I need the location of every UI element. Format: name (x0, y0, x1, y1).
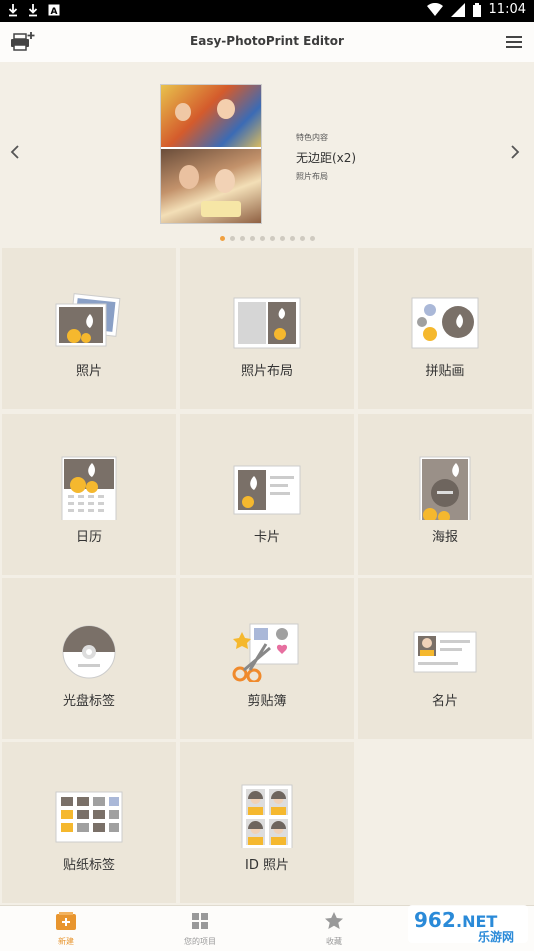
photo-icon (55, 293, 121, 347)
tile-label: 名片 (431, 694, 458, 709)
menu-icon (506, 36, 522, 38)
tile-label: 剪贴簿 (247, 694, 287, 709)
tile-label: 光盘标签 (62, 694, 115, 709)
cell-signal-icon (450, 2, 465, 17)
carousel-dot[interactable] (219, 236, 225, 241)
status-bar: A 11:04 (0, 0, 534, 22)
tile-card[interactable]: 卡片 (180, 414, 354, 575)
tile-calendar[interactable]: 日历 (2, 414, 176, 575)
collage-icon (411, 297, 479, 349)
poster-icon (419, 456, 471, 520)
chevron-left-icon (10, 145, 19, 159)
business-card-icon (413, 631, 477, 673)
card-icon (233, 465, 301, 515)
battery-icon (472, 2, 481, 17)
tile-business-card[interactable]: 名片 (358, 578, 532, 739)
svg-text:A: A (51, 7, 58, 16)
featured-category: 特色内容 (296, 133, 328, 142)
tile-collage[interactable]: 拼贴画 (358, 248, 532, 409)
calendar-icon (61, 456, 117, 520)
tile-label: 卡片 (253, 530, 280, 545)
carousel-dot[interactable] (279, 236, 285, 241)
app-notification-icon: A (48, 4, 60, 16)
carousel-dot[interactable] (269, 236, 275, 241)
carousel-dot[interactable] (309, 236, 315, 241)
featured-subtitle: 照片布局 (296, 172, 328, 181)
tile-label: 海报 (431, 530, 458, 545)
watermark-logo: 962 .NET 乐游网 (408, 903, 528, 945)
tile-scrapbook[interactable]: 剪贴簿 (180, 578, 354, 739)
tile-label: 照片布局 (240, 364, 293, 379)
tile-label: 贴纸标签 (62, 858, 115, 873)
nav-favorites[interactable]: 收藏 (294, 910, 374, 947)
svg-text:乐游网: 乐游网 (478, 929, 514, 944)
tile-id-photo[interactable]: ID 照片 (180, 742, 354, 903)
new-icon (56, 912, 76, 930)
featured-banner[interactable]: 特色内容 无边距(x2) 照片布局 (0, 62, 534, 250)
svg-text:.NET: .NET (456, 912, 497, 931)
carousel-dot[interactable] (229, 236, 235, 241)
carousel-dot[interactable] (249, 236, 255, 241)
tile-photo[interactable]: 照片 (2, 248, 176, 409)
featured-title: 无边距(x2) (296, 151, 357, 165)
photo-layout-icon (233, 297, 301, 349)
app-title: Easy-PhotoPrint Editor (190, 34, 344, 48)
carousel-next-button[interactable] (510, 144, 524, 164)
tile-poster[interactable]: 海报 (358, 414, 532, 575)
nav-label: 收藏 (326, 937, 342, 946)
featured-preview-image[interactable] (160, 84, 262, 224)
carousel-dot[interactable] (259, 236, 265, 241)
featured-info: 特色内容 无边距(x2) 照片布局 (296, 132, 356, 182)
carousel-dots (0, 236, 534, 241)
tile-label: ID 照片 (245, 858, 289, 873)
tile-label: 照片 (75, 364, 102, 379)
scrapbook-icon (232, 623, 299, 682)
carousel-prev-button[interactable] (10, 144, 24, 164)
nav-new[interactable]: 新建 (26, 910, 106, 947)
app-bar: Easy-PhotoPrint Editor (0, 22, 534, 63)
carousel-dot[interactable] (299, 236, 305, 241)
nav-label: 新建 (58, 937, 74, 946)
tile-disc-label[interactable]: 光盘标签 (2, 578, 176, 739)
id-photo-icon (241, 784, 293, 848)
tile-label: 日历 (75, 530, 102, 545)
disc-label-icon (62, 625, 116, 679)
star-icon (325, 912, 343, 929)
tile-photo-layout[interactable]: 照片布局 (180, 248, 354, 409)
carousel-dot[interactable] (239, 236, 245, 241)
download-icon (8, 4, 18, 17)
chevron-right-icon (511, 145, 520, 159)
status-time: 11:04 (488, 2, 526, 17)
projects-grid-icon (192, 913, 208, 929)
tile-sticker-label[interactable]: 贴纸标签 (2, 742, 176, 903)
menu-button[interactable] (506, 34, 522, 50)
tile-label: 拼贴画 (425, 364, 465, 379)
carousel-dot[interactable] (289, 236, 295, 241)
nav-label: 您的项目 (184, 937, 216, 946)
tile-empty (358, 742, 532, 903)
wifi-icon (426, 2, 443, 16)
nav-projects[interactable]: 您的项目 (160, 910, 240, 947)
download-icon (28, 4, 38, 17)
svg-text:962: 962 (414, 908, 456, 932)
sticker-label-icon (55, 791, 123, 843)
